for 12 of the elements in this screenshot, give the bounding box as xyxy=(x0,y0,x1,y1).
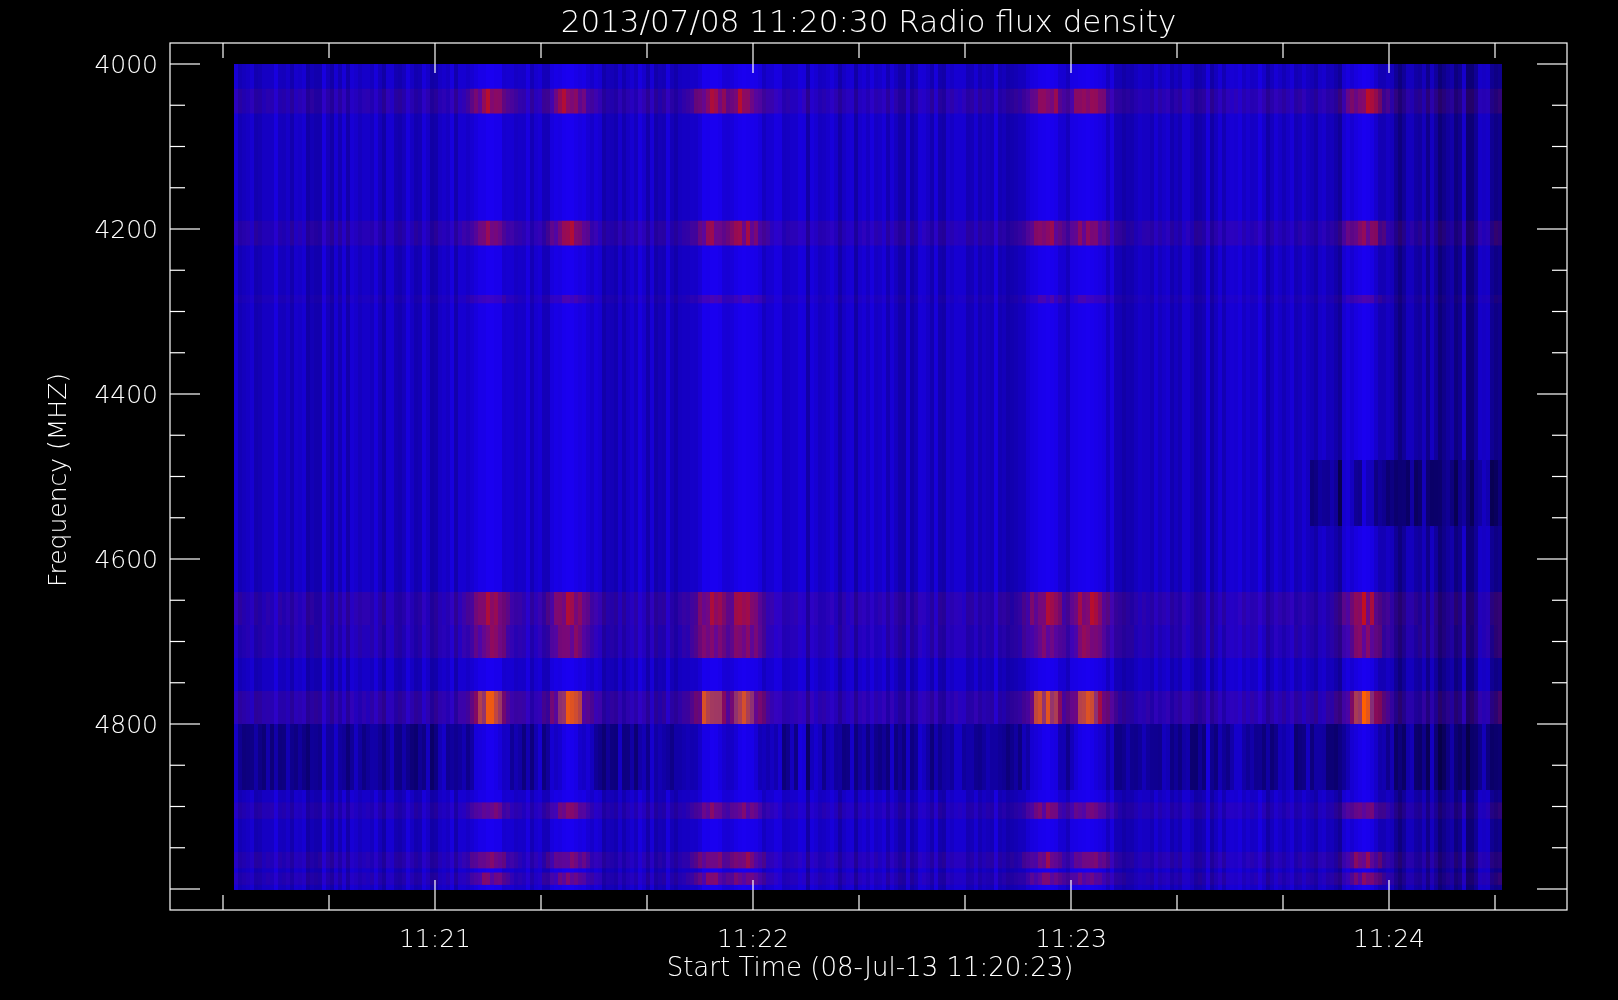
y-tick-label: 4000 xyxy=(94,50,158,79)
x-tick-label: 11:22 xyxy=(717,924,789,953)
chart-title: 2013/07/08 11:20:30 Radio flux density xyxy=(560,3,1177,39)
y-tick-label: 4800 xyxy=(94,710,158,739)
x-axis-title: Start Time (08-Jul-13 11:20:23) xyxy=(666,952,1074,982)
y-tick-label: 4200 xyxy=(94,215,158,244)
y-tick-label: 4400 xyxy=(94,380,158,409)
y-axis-title: Frequency (MHZ) xyxy=(43,372,72,588)
x-tick-label: 11:24 xyxy=(1353,924,1425,953)
y-tick-label: 4600 xyxy=(94,545,158,574)
x-tick-label: 11:23 xyxy=(1035,924,1107,953)
x-tick-label: 11:21 xyxy=(399,924,471,953)
